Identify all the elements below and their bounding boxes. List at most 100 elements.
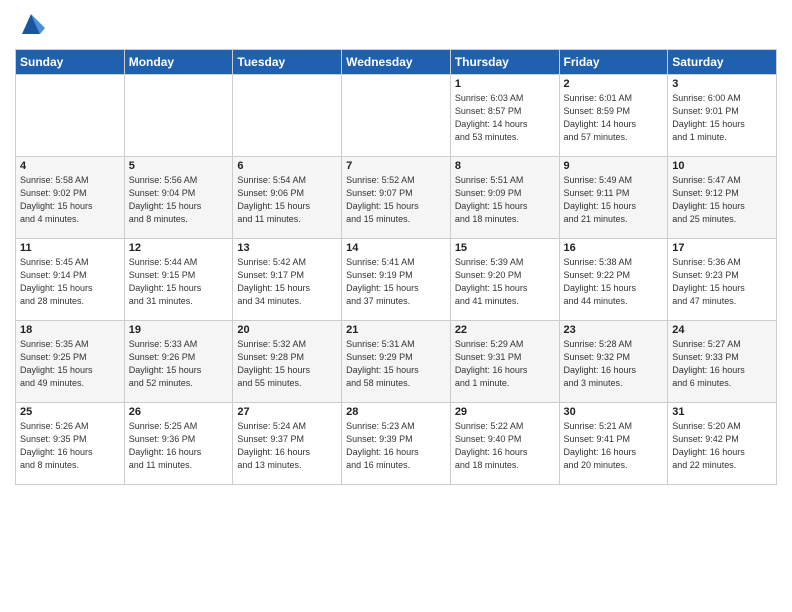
day-info: Sunrise: 5:28 AM Sunset: 9:32 PM Dayligh… <box>564 338 664 390</box>
weekday-thursday: Thursday <box>450 50 559 75</box>
day-info: Sunrise: 5:35 AM Sunset: 9:25 PM Dayligh… <box>20 338 120 390</box>
weekday-friday: Friday <box>559 50 668 75</box>
day-cell: 2 Sunrise: 6:01 AM Sunset: 8:59 PM Daylig… <box>559 75 668 157</box>
day-number: 22 <box>455 324 555 336</box>
day-info: Sunrise: 5:33 AM Sunset: 9:26 PM Dayligh… <box>129 338 229 390</box>
day-cell: 25 Sunrise: 5:26 AM Sunset: 9:35 PM Dayli… <box>16 403 125 485</box>
day-number: 2 <box>564 78 664 90</box>
day-number: 11 <box>20 242 120 254</box>
day-cell: 10 Sunrise: 5:47 AM Sunset: 9:12 PM Dayli… <box>668 157 777 239</box>
weekday-sunday: Sunday <box>16 50 125 75</box>
day-info: Sunrise: 5:47 AM Sunset: 9:12 PM Dayligh… <box>672 174 772 226</box>
day-number: 10 <box>672 160 772 172</box>
day-info: Sunrise: 6:00 AM Sunset: 9:01 PM Dayligh… <box>672 92 772 144</box>
day-cell: 18 Sunrise: 5:35 AM Sunset: 9:25 PM Dayli… <box>16 321 125 403</box>
day-cell: 11 Sunrise: 5:45 AM Sunset: 9:14 PM Dayli… <box>16 239 125 321</box>
day-cell: 1 Sunrise: 6:03 AM Sunset: 8:57 PM Daylig… <box>450 75 559 157</box>
day-cell: 17 Sunrise: 5:36 AM Sunset: 9:23 PM Dayli… <box>668 239 777 321</box>
day-info: Sunrise: 5:29 AM Sunset: 9:31 PM Dayligh… <box>455 338 555 390</box>
week-row-5: 25 Sunrise: 5:26 AM Sunset: 9:35 PM Dayli… <box>16 403 777 485</box>
day-number: 27 <box>237 406 337 418</box>
day-number: 6 <box>237 160 337 172</box>
page: SundayMondayTuesdayWednesdayThursdayFrid… <box>0 0 792 495</box>
day-info: Sunrise: 6:03 AM Sunset: 8:57 PM Dayligh… <box>455 92 555 144</box>
day-info: Sunrise: 5:38 AM Sunset: 9:22 PM Dayligh… <box>564 256 664 308</box>
day-info: Sunrise: 5:52 AM Sunset: 9:07 PM Dayligh… <box>346 174 446 226</box>
day-number: 30 <box>564 406 664 418</box>
day-cell: 28 Sunrise: 5:23 AM Sunset: 9:39 PM Dayli… <box>342 403 451 485</box>
day-info: Sunrise: 5:26 AM Sunset: 9:35 PM Dayligh… <box>20 420 120 472</box>
logo-icon <box>17 10 45 38</box>
day-number: 14 <box>346 242 446 254</box>
week-row-4: 18 Sunrise: 5:35 AM Sunset: 9:25 PM Dayli… <box>16 321 777 403</box>
day-number: 16 <box>564 242 664 254</box>
day-cell: 6 Sunrise: 5:54 AM Sunset: 9:06 PM Daylig… <box>233 157 342 239</box>
day-cell: 9Sunrise: 5:49 AM Sunset: 9:11 PM Daylig… <box>559 157 668 239</box>
day-info: Sunrise: 5:54 AM Sunset: 9:06 PM Dayligh… <box>237 174 337 226</box>
week-row-2: 4 Sunrise: 5:58 AM Sunset: 9:02 PM Daylig… <box>16 157 777 239</box>
day-cell: 27 Sunrise: 5:24 AM Sunset: 9:37 PM Dayli… <box>233 403 342 485</box>
day-cell: 15 Sunrise: 5:39 AM Sunset: 9:20 PM Dayli… <box>450 239 559 321</box>
day-info: Sunrise: 6:01 AM Sunset: 8:59 PM Dayligh… <box>564 92 664 144</box>
day-info: Sunrise: 5:42 AM Sunset: 9:17 PM Dayligh… <box>237 256 337 308</box>
day-number: 29 <box>455 406 555 418</box>
day-info: Sunrise: 5:39 AM Sunset: 9:20 PM Dayligh… <box>455 256 555 308</box>
day-cell: 19 Sunrise: 5:33 AM Sunset: 9:26 PM Dayli… <box>124 321 233 403</box>
header <box>15 10 777 43</box>
day-cell: 24Sunrise: 5:27 AM Sunset: 9:33 PM Dayli… <box>668 321 777 403</box>
calendar-table: SundayMondayTuesdayWednesdayThursdayFrid… <box>15 49 777 485</box>
day-number: 19 <box>129 324 229 336</box>
day-cell: 23 Sunrise: 5:28 AM Sunset: 9:32 PM Dayli… <box>559 321 668 403</box>
day-info: Sunrise: 5:27 AM Sunset: 9:33 PM Dayligh… <box>672 338 772 390</box>
day-cell: 29 Sunrise: 5:22 AM Sunset: 9:40 PM Dayli… <box>450 403 559 485</box>
day-cell: 30 Sunrise: 5:21 AM Sunset: 9:41 PM Dayli… <box>559 403 668 485</box>
day-number: 15 <box>455 242 555 254</box>
day-number: 25 <box>20 406 120 418</box>
weekday-tuesday: Tuesday <box>233 50 342 75</box>
day-info: Sunrise: 5:21 AM Sunset: 9:41 PM Dayligh… <box>564 420 664 472</box>
day-info: Sunrise: 5:32 AM Sunset: 9:28 PM Dayligh… <box>237 338 337 390</box>
day-info: Sunrise: 5:31 AM Sunset: 9:29 PM Dayligh… <box>346 338 446 390</box>
day-info: Sunrise: 5:45 AM Sunset: 9:14 PM Dayligh… <box>20 256 120 308</box>
day-info: Sunrise: 5:41 AM Sunset: 9:19 PM Dayligh… <box>346 256 446 308</box>
day-info: Sunrise: 5:44 AM Sunset: 9:15 PM Dayligh… <box>129 256 229 308</box>
day-cell: 14 Sunrise: 5:41 AM Sunset: 9:19 PM Dayli… <box>342 239 451 321</box>
day-info: Sunrise: 5:24 AM Sunset: 9:37 PM Dayligh… <box>237 420 337 472</box>
day-cell <box>124 75 233 157</box>
day-number: 21 <box>346 324 446 336</box>
day-cell: 26Sunrise: 5:25 AM Sunset: 9:36 PM Dayli… <box>124 403 233 485</box>
logo <box>15 10 45 43</box>
weekday-monday: Monday <box>124 50 233 75</box>
day-number: 18 <box>20 324 120 336</box>
day-cell: 3 Sunrise: 6:00 AM Sunset: 9:01 PM Daylig… <box>668 75 777 157</box>
day-cell: 21 Sunrise: 5:31 AM Sunset: 9:29 PM Dayli… <box>342 321 451 403</box>
day-info: Sunrise: 5:36 AM Sunset: 9:23 PM Dayligh… <box>672 256 772 308</box>
day-cell: 4 Sunrise: 5:58 AM Sunset: 9:02 PM Daylig… <box>16 157 125 239</box>
day-number: 5 <box>129 160 229 172</box>
day-number: 3 <box>672 78 772 90</box>
day-cell <box>342 75 451 157</box>
day-cell: 22 Sunrise: 5:29 AM Sunset: 9:31 PM Dayli… <box>450 321 559 403</box>
day-number: 8 <box>455 160 555 172</box>
day-cell: 7 Sunrise: 5:52 AM Sunset: 9:07 PM Daylig… <box>342 157 451 239</box>
week-row-1: 1 Sunrise: 6:03 AM Sunset: 8:57 PM Daylig… <box>16 75 777 157</box>
day-number: 17 <box>672 242 772 254</box>
day-cell: 13 Sunrise: 5:42 AM Sunset: 9:17 PM Dayli… <box>233 239 342 321</box>
day-number: 23 <box>564 324 664 336</box>
day-number: 28 <box>346 406 446 418</box>
day-number: 12 <box>129 242 229 254</box>
day-number: 1 <box>455 78 555 90</box>
day-info: Sunrise: 5:22 AM Sunset: 9:40 PM Dayligh… <box>455 420 555 472</box>
weekday-wednesday: Wednesday <box>342 50 451 75</box>
day-info: Sunrise: 5:58 AM Sunset: 9:02 PM Dayligh… <box>20 174 120 226</box>
day-number: 7 <box>346 160 446 172</box>
day-number: 4 <box>20 160 120 172</box>
week-row-3: 11 Sunrise: 5:45 AM Sunset: 9:14 PM Dayli… <box>16 239 777 321</box>
day-number: 13 <box>237 242 337 254</box>
day-cell: 20Sunrise: 5:32 AM Sunset: 9:28 PM Dayli… <box>233 321 342 403</box>
day-cell: 12 Sunrise: 5:44 AM Sunset: 9:15 PM Dayli… <box>124 239 233 321</box>
day-info: Sunrise: 5:23 AM Sunset: 9:39 PM Dayligh… <box>346 420 446 472</box>
day-cell: 5Sunrise: 5:56 AM Sunset: 9:04 PM Daylig… <box>124 157 233 239</box>
weekday-saturday: Saturday <box>668 50 777 75</box>
day-cell: 8Sunrise: 5:51 AM Sunset: 9:09 PM Daylig… <box>450 157 559 239</box>
